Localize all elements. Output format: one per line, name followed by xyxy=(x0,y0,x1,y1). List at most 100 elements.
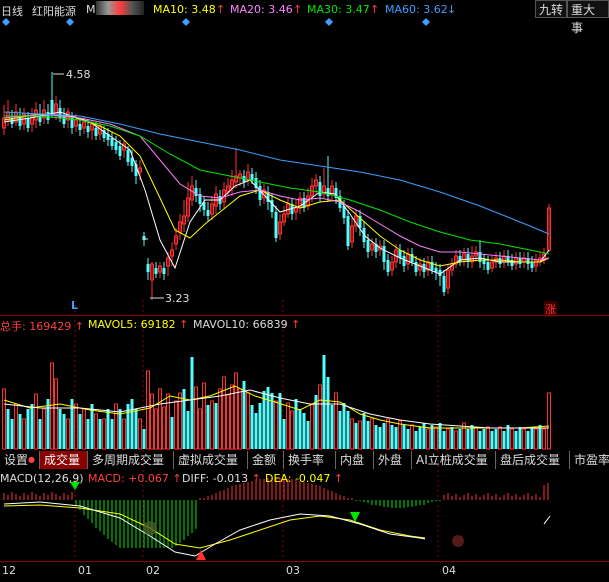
volume-bar xyxy=(258,403,262,449)
x-axis-label: 02 xyxy=(146,564,160,577)
volume-bar xyxy=(338,411,342,449)
volume-bar xyxy=(386,418,390,450)
diff-line xyxy=(3,501,426,557)
candle-body xyxy=(250,174,254,180)
candle-body xyxy=(114,142,118,150)
volume-bar xyxy=(62,414,66,449)
volume-bar xyxy=(202,382,206,450)
event-diamond-icon xyxy=(182,18,190,26)
volume-bar xyxy=(158,388,162,450)
volume-bar xyxy=(114,403,118,450)
macd-params-label: MACD(12,26,9) xyxy=(0,472,84,485)
x-axis-label: 04 xyxy=(442,564,456,577)
volume-bar xyxy=(402,425,406,449)
volume-bar xyxy=(290,410,294,450)
volume-bar xyxy=(86,419,90,449)
volume-bar xyxy=(46,399,50,449)
volume-bar xyxy=(226,394,230,450)
candlesticks[interactable] xyxy=(2,72,551,300)
candle-body xyxy=(206,210,210,216)
volume-bar xyxy=(30,404,34,449)
tab-outer-volume[interactable]: 外盘 xyxy=(374,451,412,469)
volume-bar xyxy=(426,428,430,450)
volume-bar xyxy=(410,424,414,450)
low-price-label: 3.23 xyxy=(165,292,190,305)
volume-bar xyxy=(142,429,146,449)
event-diamond-icon xyxy=(422,18,430,26)
tab-amount[interactable]: 金额 xyxy=(248,451,284,469)
stock-chart[interactable] xyxy=(0,0,609,582)
macd-value-label: MACD: +0.067 ↑ xyxy=(88,472,182,485)
candle-body xyxy=(26,118,30,128)
event-markers[interactable] xyxy=(2,18,430,26)
tab-after-hours-volume[interactable]: 盘后成交量 xyxy=(496,451,570,469)
candle-body xyxy=(442,276,446,292)
volume-bar xyxy=(2,388,6,450)
volume-bar xyxy=(230,384,234,450)
volume-bar xyxy=(354,423,358,449)
volume-bar xyxy=(418,427,422,449)
volume-bar xyxy=(362,413,366,449)
volume-bar xyxy=(246,392,250,450)
volume-bar xyxy=(162,406,166,450)
tab-volume[interactable]: 成交量 xyxy=(40,451,88,469)
volume-bar xyxy=(134,409,138,449)
volume-bar xyxy=(350,418,354,450)
x-axis-label: 12 xyxy=(2,564,16,577)
volume-bar xyxy=(530,427,534,449)
diff-arrow-up-icon: ↑ xyxy=(248,472,261,485)
blur-blob xyxy=(452,535,464,547)
volume-bar xyxy=(526,431,530,449)
volume-bar xyxy=(222,376,226,450)
volume-bar xyxy=(110,419,114,449)
volume-bar xyxy=(182,389,186,449)
tab-settings[interactable]: 设置● xyxy=(0,451,40,469)
candle-body xyxy=(498,258,502,264)
volume-bar xyxy=(454,430,458,450)
candle-body xyxy=(402,256,406,266)
volume-bar xyxy=(438,423,442,449)
volume-bar xyxy=(430,425,434,449)
volume-bar xyxy=(194,386,198,450)
candle-body xyxy=(154,268,158,274)
volume-bar xyxy=(262,391,266,449)
tab-ai-volume[interactable]: AI立桩成交量 xyxy=(412,451,496,469)
volume-bar xyxy=(346,411,350,449)
volume-bar xyxy=(238,388,242,450)
tab-turnover-rate[interactable]: 换手率 xyxy=(284,451,336,469)
diff-value-label: DIFF: -0.013 ↑ xyxy=(182,472,261,485)
volume-bar xyxy=(494,429,498,449)
volume-bar xyxy=(374,425,378,449)
volume-bar xyxy=(50,362,54,450)
volume-bar xyxy=(474,426,478,450)
volume-bar xyxy=(442,431,446,449)
volume-bar xyxy=(54,378,58,450)
volume-bar xyxy=(234,372,238,450)
volume-bar xyxy=(146,370,150,450)
volume-bar xyxy=(502,431,506,449)
mavol10-arrow-up-icon: ↑ xyxy=(287,318,301,331)
volume-bar xyxy=(306,421,310,449)
blur-blob xyxy=(143,521,157,535)
candle-body xyxy=(46,112,50,120)
mavol5-arrow-up-icon: ↑ xyxy=(175,318,189,331)
volume-bar xyxy=(82,408,86,450)
tab-inner-volume[interactable]: 内盘 xyxy=(336,451,374,469)
volume-bar xyxy=(542,428,546,450)
tab-virtual-volume[interactable]: 虚拟成交量 xyxy=(174,451,248,469)
candle-body xyxy=(126,150,130,162)
volume-bar xyxy=(118,409,122,449)
volume-bar xyxy=(74,403,78,450)
volume-bar xyxy=(298,409,302,449)
volume-bar xyxy=(318,384,322,450)
candle-body xyxy=(62,116,66,124)
volume-bar xyxy=(486,426,490,450)
volume-bar xyxy=(98,419,102,449)
tab-pe-ratio[interactable]: 市盈率 xyxy=(570,451,609,469)
total-arrow-up-icon: ↑ xyxy=(71,320,84,333)
candle-body xyxy=(434,268,438,272)
tab-multi-period-volume[interactable]: 多周期成交量 xyxy=(88,451,174,469)
mavol10-label: MAVOL10: 66839 ↑ xyxy=(193,318,301,331)
volume-bar xyxy=(286,402,290,450)
l-marker: L xyxy=(71,299,79,312)
